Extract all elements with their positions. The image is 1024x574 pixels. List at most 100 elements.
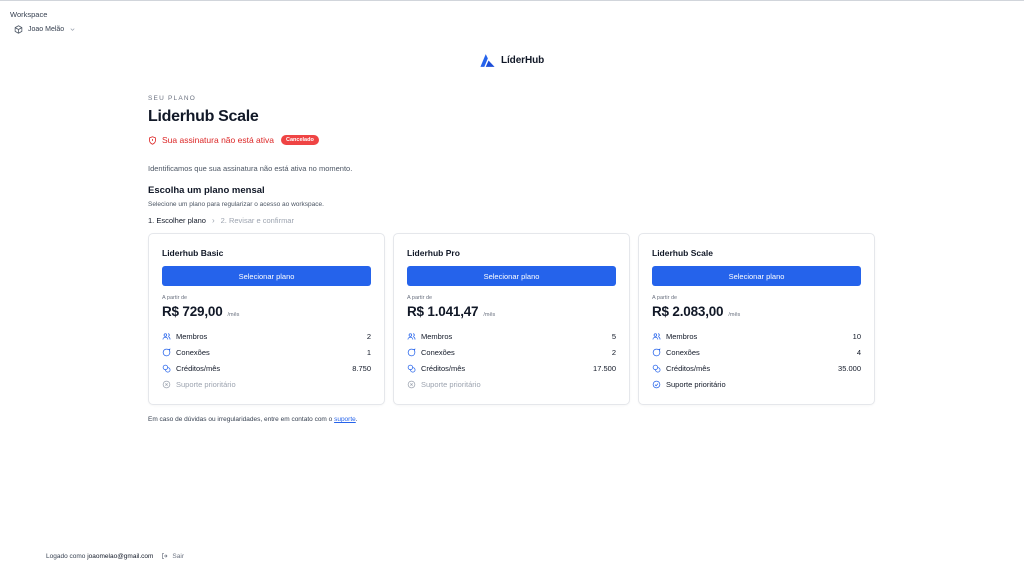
support-link[interactable]: suporte xyxy=(334,416,356,423)
feature-value: 2 xyxy=(611,347,616,357)
message-circle-icon xyxy=(162,348,171,356)
feature-credits: Créditos/mês 8.750 xyxy=(162,360,371,376)
select-plan-button[interactable]: Selecionar plano xyxy=(407,266,616,286)
chevron-right-icon: › xyxy=(211,216,215,225)
x-circle-icon xyxy=(162,380,171,388)
feature-label: Créditos/mês xyxy=(421,363,466,373)
page-title: Liderhub Scale xyxy=(148,108,259,125)
feature-members: Membros 5 xyxy=(407,328,616,344)
feature-connections: Conexões 2 xyxy=(407,344,616,360)
coins-icon xyxy=(652,364,661,372)
support-note: Em caso de dúvidas ou irregularidades, e… xyxy=(148,416,876,423)
logout-label: Sair xyxy=(172,552,184,560)
chevron-down-icon xyxy=(70,28,75,31)
price-row: R$ 1.041,47 /mês xyxy=(407,304,616,319)
status-text: Sua assinatura não está ativa xyxy=(162,135,274,145)
feature-label: Créditos/mês xyxy=(666,363,711,373)
feature-value: 10 xyxy=(852,331,861,341)
logged-in-as: Logado como joaomelao@gmail.com xyxy=(46,553,153,560)
choose-plan-title: Escolha um plano mensal xyxy=(148,185,265,196)
session-bar: Logado como joaomelao@gmail.com Sair xyxy=(46,552,184,560)
users-icon xyxy=(652,332,661,340)
coins-icon xyxy=(407,364,416,372)
feature-list: Membros 5 Conexões 2 Créditos/mês 17.500… xyxy=(407,328,616,392)
liderhub-logo-icon xyxy=(480,54,495,67)
feature-priority-support: Suporte prioritário xyxy=(652,376,861,392)
price-from-label: A partir de xyxy=(652,295,678,301)
plan-cards: Liderhub Basic Selecionar plano A partir… xyxy=(148,233,876,405)
feature-value: 1 xyxy=(366,347,371,357)
feature-label: Conexões xyxy=(176,347,210,357)
feature-priority-support: Suporte prioritário xyxy=(407,376,616,392)
subscription-status: Sua assinatura não está ativa Cancelado xyxy=(148,135,876,145)
cube-icon xyxy=(14,25,23,34)
price-row: R$ 2.083,00 /mês xyxy=(652,304,861,319)
logo-text: LíderHub xyxy=(501,55,545,66)
workspace-name: Joao Melão xyxy=(28,26,65,33)
price-unit: /mês xyxy=(728,312,741,318)
workspace-label: Workspace xyxy=(10,10,48,19)
feature-label: Membros xyxy=(421,331,453,341)
workspace-switcher[interactable]: Joao Melão xyxy=(14,25,76,34)
feature-members: Membros 10 xyxy=(652,328,861,344)
price-from-label: A partir de xyxy=(407,295,433,301)
shield-alert-icon xyxy=(149,135,156,145)
choose-plan-subtitle: Selecione um plano para regularizar o ac… xyxy=(148,201,324,208)
info-text: Identificamos que sua assinatura não est… xyxy=(148,164,353,173)
plan-eyebrow: SEU PLANO xyxy=(148,95,197,102)
feature-value: 5 xyxy=(611,331,616,341)
user-email: joaomelao@gmail.com xyxy=(87,552,154,560)
feature-label: Créditos/mês xyxy=(176,363,221,373)
plan-price: R$ 1.041,47 xyxy=(407,304,479,319)
plan-name: Liderhub Basic xyxy=(162,248,224,258)
workspace-area: Workspace Joao Melão xyxy=(10,10,76,34)
plan-card-scale: Liderhub Scale Selecionar plano A partir… xyxy=(638,233,875,405)
logout-button[interactable]: Sair xyxy=(161,552,184,560)
price-from-label: A partir de xyxy=(162,295,188,301)
plan-name: Liderhub Pro xyxy=(407,248,460,258)
feature-label: Suporte prioritário xyxy=(666,379,726,389)
feature-label: Conexões xyxy=(666,347,700,357)
price-unit: /mês xyxy=(483,312,496,318)
feature-credits: Créditos/mês 35.000 xyxy=(652,360,861,376)
message-circle-icon xyxy=(407,348,416,356)
feature-connections: Conexões 1 xyxy=(162,344,371,360)
users-icon xyxy=(162,332,171,340)
logged-as-label: Logado como xyxy=(46,552,86,560)
x-circle-icon xyxy=(407,380,416,388)
feature-value: 8.750 xyxy=(352,363,371,373)
select-plan-button[interactable]: Selecionar plano xyxy=(162,266,371,286)
stepper: 1. Escolher plano › 2. Revisar e confirm… xyxy=(148,216,876,225)
feature-priority-support: Suporte prioritário xyxy=(162,376,371,392)
plan-price: R$ 2.083,00 xyxy=(652,304,724,319)
feature-label: Suporte prioritário xyxy=(176,379,236,389)
feature-label: Membros xyxy=(176,331,208,341)
feature-value: 2 xyxy=(366,331,371,341)
feature-value: 17.500 xyxy=(593,363,616,373)
feature-list: Membros 2 Conexões 1 Créditos/mês 8.750 … xyxy=(162,328,371,392)
feature-label: Suporte prioritário xyxy=(421,379,481,389)
feature-members: Membros 2 xyxy=(162,328,371,344)
logout-icon xyxy=(162,553,168,559)
feature-list: Membros 10 Conexões 4 Créditos/mês 35.00… xyxy=(652,328,861,392)
plan-name: Liderhub Scale xyxy=(652,248,713,258)
feature-label: Conexões xyxy=(421,347,455,357)
main-content: SEU PLANO Liderhub Scale Sua assinatura … xyxy=(148,95,876,423)
status-badge: Cancelado xyxy=(281,135,319,145)
select-plan-button[interactable]: Selecionar plano xyxy=(652,266,861,286)
brand-logo: LíderHub xyxy=(479,52,544,69)
coins-icon xyxy=(162,364,171,372)
feature-connections: Conexões 4 xyxy=(652,344,861,360)
feature-label: Membros xyxy=(666,331,698,341)
users-icon xyxy=(407,332,416,340)
step-review-confirm: 2. Revisar e confirmar xyxy=(220,216,294,225)
step-choose-plan: 1. Escolher plano xyxy=(148,216,206,225)
support-note-end: . xyxy=(355,416,358,423)
price-row: R$ 729,00 /mês xyxy=(162,304,371,319)
price-unit: /mês xyxy=(227,312,240,318)
feature-value: 35.000 xyxy=(838,363,861,373)
feature-value: 4 xyxy=(856,347,861,357)
message-circle-icon xyxy=(652,348,661,356)
check-circle-icon xyxy=(652,380,661,388)
plan-card-pro: Liderhub Pro Selecionar plano A partir d… xyxy=(393,233,630,405)
